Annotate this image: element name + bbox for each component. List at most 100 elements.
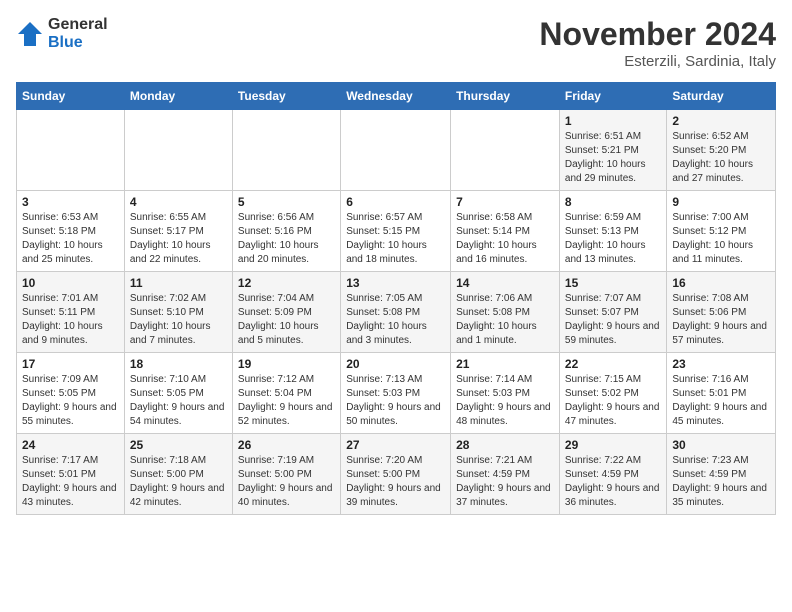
day-info: Sunrise: 7:12 AM Sunset: 5:04 PM Dayligh…	[238, 373, 335, 429]
logo-blue-text: Blue	[48, 34, 108, 52]
day-info: Sunrise: 6:59 AM Sunset: 5:13 PM Dayligh…	[565, 211, 661, 267]
table-row: 15Sunrise: 7:07 AM Sunset: 5:07 PM Dayli…	[559, 272, 666, 353]
day-info: Sunrise: 7:13 AM Sunset: 5:03 PM Dayligh…	[346, 373, 445, 429]
table-row: 6 Sunrise: 6:57 AM Sunset: 5:15 PM Daylig…	[341, 191, 451, 272]
day-info: Sunrise: 7:05 AM Sunset: 5:08 PM Dayligh…	[346, 292, 445, 348]
table-row: 12Sunrise: 7:04 AM Sunset: 5:09 PM Dayli…	[232, 272, 340, 353]
day-number: 30	[672, 438, 770, 452]
col-friday: Friday	[559, 83, 666, 110]
day-info: Sunrise: 7:07 AM Sunset: 5:07 PM Dayligh…	[565, 292, 661, 348]
table-row: 16Sunrise: 7:08 AM Sunset: 5:06 PM Dayli…	[667, 272, 776, 353]
day-info: Sunrise: 6:51 AM Sunset: 5:21 PM Dayligh…	[565, 130, 661, 186]
day-number: 26	[238, 438, 335, 452]
day-number: 6	[346, 195, 445, 209]
table-row: 28Sunrise: 7:21 AM Sunset: 4:59 PM Dayli…	[451, 434, 560, 515]
table-row	[17, 110, 125, 191]
col-saturday: Saturday	[667, 83, 776, 110]
table-row: 17 Sunrise: 7:09 AM Sunset: 5:05 PM Dayli…	[17, 353, 125, 434]
table-row: 2 Sunrise: 6:52 AM Sunset: 5:20 PM Daylig…	[667, 110, 776, 191]
day-info: Sunrise: 6:55 AM Sunset: 5:17 PM Dayligh…	[130, 211, 227, 267]
table-row	[451, 110, 560, 191]
table-row: 9 Sunrise: 7:00 AM Sunset: 5:12 PM Daylig…	[667, 191, 776, 272]
calendar-week-row: 10 Sunrise: 7:01 AM Sunset: 5:11 PM Dayli…	[17, 272, 776, 353]
day-number: 24	[22, 438, 119, 452]
col-monday: Monday	[124, 83, 232, 110]
day-info: Sunrise: 6:53 AM Sunset: 5:18 PM Dayligh…	[22, 211, 119, 267]
day-number: 25	[130, 438, 227, 452]
day-number: 21	[456, 357, 554, 371]
table-row: 25Sunrise: 7:18 AM Sunset: 5:00 PM Dayli…	[124, 434, 232, 515]
table-row: 7 Sunrise: 6:58 AM Sunset: 5:14 PM Daylig…	[451, 191, 560, 272]
table-row: 20 Sunrise: 7:13 AM Sunset: 5:03 PM Dayli…	[341, 353, 451, 434]
day-info: Sunrise: 7:15 AM Sunset: 5:02 PM Dayligh…	[565, 373, 661, 429]
table-row: 21 Sunrise: 7:14 AM Sunset: 5:03 PM Dayli…	[451, 353, 560, 434]
day-number: 9	[672, 195, 770, 209]
table-row	[124, 110, 232, 191]
day-number: 20	[346, 357, 445, 371]
table-row	[232, 110, 340, 191]
table-row: 23 Sunrise: 7:16 AM Sunset: 5:01 PM Dayli…	[667, 353, 776, 434]
calendar-header-row: Sunday Monday Tuesday Wednesday Thursday…	[17, 83, 776, 110]
day-info: Sunrise: 6:58 AM Sunset: 5:14 PM Dayligh…	[456, 211, 554, 267]
day-info: Sunrise: 6:56 AM Sunset: 5:16 PM Dayligh…	[238, 211, 335, 267]
day-info: Sunrise: 7:10 AM Sunset: 5:05 PM Dayligh…	[130, 373, 227, 429]
table-row: 26 Sunrise: 7:19 AM Sunset: 5:00 PM Dayli…	[232, 434, 340, 515]
table-row: 27Sunrise: 7:20 AM Sunset: 5:00 PM Dayli…	[341, 434, 451, 515]
day-number: 5	[238, 195, 335, 209]
table-row: 5 Sunrise: 6:56 AM Sunset: 5:16 PM Daylig…	[232, 191, 340, 272]
location-text: Esterzili, Sardinia, Italy	[539, 53, 776, 70]
day-info: Sunrise: 7:23 AM Sunset: 4:59 PM Dayligh…	[672, 454, 770, 510]
day-info: Sunrise: 7:09 AM Sunset: 5:05 PM Dayligh…	[22, 373, 119, 429]
table-row: 10 Sunrise: 7:01 AM Sunset: 5:11 PM Dayli…	[17, 272, 125, 353]
day-info: Sunrise: 7:16 AM Sunset: 5:01 PM Dayligh…	[672, 373, 770, 429]
calendar-week-row: 17 Sunrise: 7:09 AM Sunset: 5:05 PM Dayli…	[17, 353, 776, 434]
day-info: Sunrise: 6:57 AM Sunset: 5:15 PM Dayligh…	[346, 211, 445, 267]
day-info: Sunrise: 7:02 AM Sunset: 5:10 PM Dayligh…	[130, 292, 227, 348]
col-thursday: Thursday	[451, 83, 560, 110]
day-number: 17	[22, 357, 119, 371]
day-info: Sunrise: 7:08 AM Sunset: 5:06 PM Dayligh…	[672, 292, 770, 348]
day-info: Sunrise: 7:06 AM Sunset: 5:08 PM Dayligh…	[456, 292, 554, 348]
day-number: 13	[346, 276, 445, 290]
day-info: Sunrise: 7:19 AM Sunset: 5:00 PM Dayligh…	[238, 454, 335, 510]
table-row: 11 Sunrise: 7:02 AM Sunset: 5:10 PM Dayli…	[124, 272, 232, 353]
table-row: 24 Sunrise: 7:17 AM Sunset: 5:01 PM Dayli…	[17, 434, 125, 515]
day-info: Sunrise: 7:21 AM Sunset: 4:59 PM Dayligh…	[456, 454, 554, 510]
day-info: Sunrise: 7:01 AM Sunset: 5:11 PM Dayligh…	[22, 292, 119, 348]
day-info: Sunrise: 6:52 AM Sunset: 5:20 PM Dayligh…	[672, 130, 770, 186]
day-info: Sunrise: 7:17 AM Sunset: 5:01 PM Dayligh…	[22, 454, 119, 510]
day-info: Sunrise: 7:00 AM Sunset: 5:12 PM Dayligh…	[672, 211, 770, 267]
col-tuesday: Tuesday	[232, 83, 340, 110]
col-wednesday: Wednesday	[341, 83, 451, 110]
day-number: 23	[672, 357, 770, 371]
day-number: 19	[238, 357, 335, 371]
table-row: 8 Sunrise: 6:59 AM Sunset: 5:13 PM Daylig…	[559, 191, 666, 272]
title-section: November 2024 Esterzili, Sardinia, Italy	[539, 16, 776, 70]
day-number: 18	[130, 357, 227, 371]
day-number: 3	[22, 195, 119, 209]
calendar-week-row: 1 Sunrise: 6:51 AM Sunset: 5:21 PM Daylig…	[17, 110, 776, 191]
logo-text: General Blue	[48, 16, 108, 51]
day-number: 10	[22, 276, 119, 290]
page-header: General Blue November 2024 Esterzili, Sa…	[16, 16, 776, 70]
day-info: Sunrise: 7:20 AM Sunset: 5:00 PM Dayligh…	[346, 454, 445, 510]
day-number: 14	[456, 276, 554, 290]
logo-icon	[16, 20, 44, 48]
day-number: 11	[130, 276, 227, 290]
day-number: 8	[565, 195, 661, 209]
logo: General Blue	[16, 16, 108, 51]
day-number: 7	[456, 195, 554, 209]
day-number: 2	[672, 114, 770, 128]
table-row: 1 Sunrise: 6:51 AM Sunset: 5:21 PM Daylig…	[559, 110, 666, 191]
day-number: 22	[565, 357, 661, 371]
month-title: November 2024	[539, 16, 776, 53]
day-info: Sunrise: 7:14 AM Sunset: 5:03 PM Dayligh…	[456, 373, 554, 429]
day-number: 1	[565, 114, 661, 128]
table-row: 13 Sunrise: 7:05 AM Sunset: 5:08 PM Dayli…	[341, 272, 451, 353]
day-info: Sunrise: 7:22 AM Sunset: 4:59 PM Dayligh…	[565, 454, 661, 510]
table-row: 22 Sunrise: 7:15 AM Sunset: 5:02 PM Dayli…	[559, 353, 666, 434]
logo-general-text: General	[48, 16, 108, 34]
calendar-table: Sunday Monday Tuesday Wednesday Thursday…	[16, 82, 776, 515]
day-number: 4	[130, 195, 227, 209]
calendar-week-row: 24 Sunrise: 7:17 AM Sunset: 5:01 PM Dayli…	[17, 434, 776, 515]
